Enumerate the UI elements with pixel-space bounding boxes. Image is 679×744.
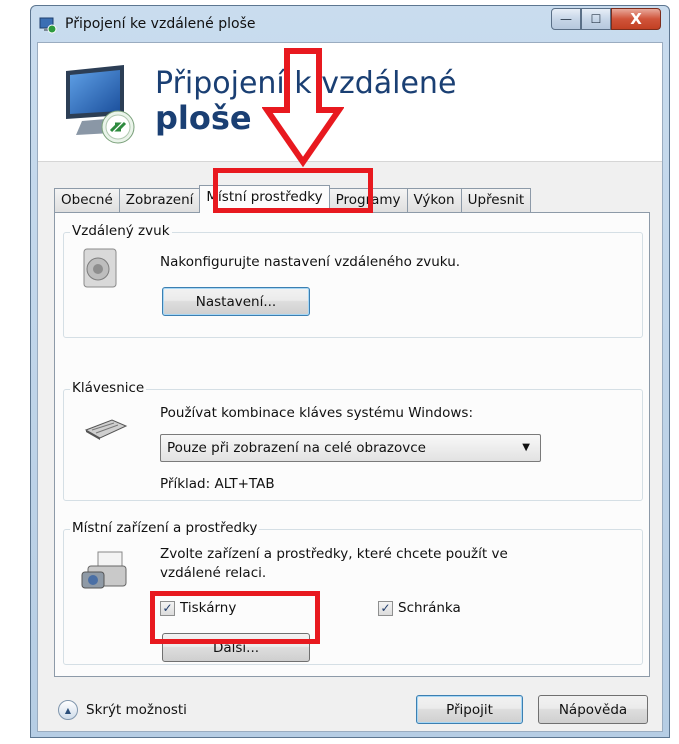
- help-button[interactable]: Nápověda: [538, 695, 648, 724]
- audio-settings-button[interactable]: Nastavení...: [162, 287, 310, 316]
- tab-local-resources[interactable]: Místní prostředky: [199, 185, 330, 213]
- rdp-window: Připojení ke vzdálené ploše — ☐ X Připoj…: [30, 5, 670, 738]
- printers-checkbox[interactable]: ✓ Tiskárny: [160, 600, 236, 616]
- keyboard-group: Klávesnice Používat kombinace kláves sys…: [63, 380, 643, 501]
- clipboard-checkbox[interactable]: ✓ Schránka: [378, 600, 461, 616]
- hide-options-toggle[interactable]: ▲ Skrýt možnosti: [58, 700, 187, 720]
- tab-display[interactable]: Zobrazení: [118, 188, 201, 213]
- audio-description: Nakonfigurujte nastavení vzdáleného zvuk…: [160, 254, 461, 270]
- keyboard-description: Používat kombinace kláves systému Window…: [160, 405, 473, 421]
- tab-experience[interactable]: Výkon: [406, 188, 462, 213]
- title-bar[interactable]: Připojení ke vzdálené ploše — ☐ X: [31, 6, 669, 42]
- checkmark-icon: ✓: [378, 600, 393, 616]
- remote-desktop-logo-icon: [66, 65, 135, 144]
- chevron-up-icon: ▲: [58, 700, 78, 720]
- remote-audio-group: Vzdálený zvuk Nakonfigurujte nastavení v…: [63, 223, 643, 338]
- keyboard-example: Příklad: ALT+TAB: [160, 476, 275, 492]
- remote-desktop-app-icon: [39, 17, 57, 34]
- keyboard-mode-dropdown[interactable]: Pouze při zobrazení na celé obrazovce ▼: [160, 434, 541, 462]
- hide-options-label: Skrýt možnosti: [86, 702, 187, 718]
- tab-panel: Vzdálený zvuk Nakonfigurujte nastavení v…: [54, 212, 650, 677]
- tab-general[interactable]: Obecné: [54, 188, 120, 213]
- keyboard-icon: [84, 419, 128, 440]
- chevron-down-icon: ▼: [522, 442, 530, 453]
- maximize-button[interactable]: ☐: [581, 8, 611, 30]
- tab-programs[interactable]: Programy: [328, 188, 408, 213]
- tab-advanced[interactable]: Upřesnit: [460, 188, 532, 213]
- connect-button[interactable]: Připojit: [416, 695, 523, 724]
- minimize-button[interactable]: —: [551, 8, 581, 30]
- header-banner: Připojení k vzdálené ploše: [38, 43, 662, 162]
- local-devices-group: Místní zařízení a prostředky Zvolte zaří…: [63, 520, 643, 665]
- devices-description-line2: vzdálené relaci.: [160, 565, 267, 581]
- clipboard-label: Schránka: [398, 600, 461, 616]
- dialog-client: Připojení k vzdálené ploše Obecné Zobraz…: [37, 42, 663, 732]
- local-devices-label: Místní zařízení a prostředky: [70, 520, 260, 536]
- tab-strip: Obecné Zobrazení Místní prostředky Progr…: [54, 185, 532, 213]
- devices-description-line1: Zvolte zařízení a prostředky, které chce…: [160, 546, 508, 562]
- speaker-icon: [83, 248, 117, 288]
- checkmark-icon: ✓: [160, 600, 175, 616]
- close-button[interactable]: X: [611, 8, 661, 30]
- keyboard-label: Klávesnice: [70, 380, 147, 396]
- devices-icon: [81, 551, 127, 589]
- keyboard-mode-value: Pouze při zobrazení na celé obrazovce: [167, 440, 426, 456]
- remote-audio-label: Vzdálený zvuk: [70, 223, 172, 239]
- red-down-arrow-annotation: [262, 48, 344, 168]
- more-devices-button[interactable]: Další...: [162, 633, 310, 662]
- header-title-line1: Připojení k vzdálené: [155, 66, 457, 101]
- header-title: Připojení k vzdálené ploše: [155, 66, 555, 137]
- printers-label: Tiskárny: [180, 600, 237, 616]
- window-title: Připojení ke vzdálené ploše: [65, 16, 256, 32]
- header-title-line2: ploše: [155, 99, 252, 137]
